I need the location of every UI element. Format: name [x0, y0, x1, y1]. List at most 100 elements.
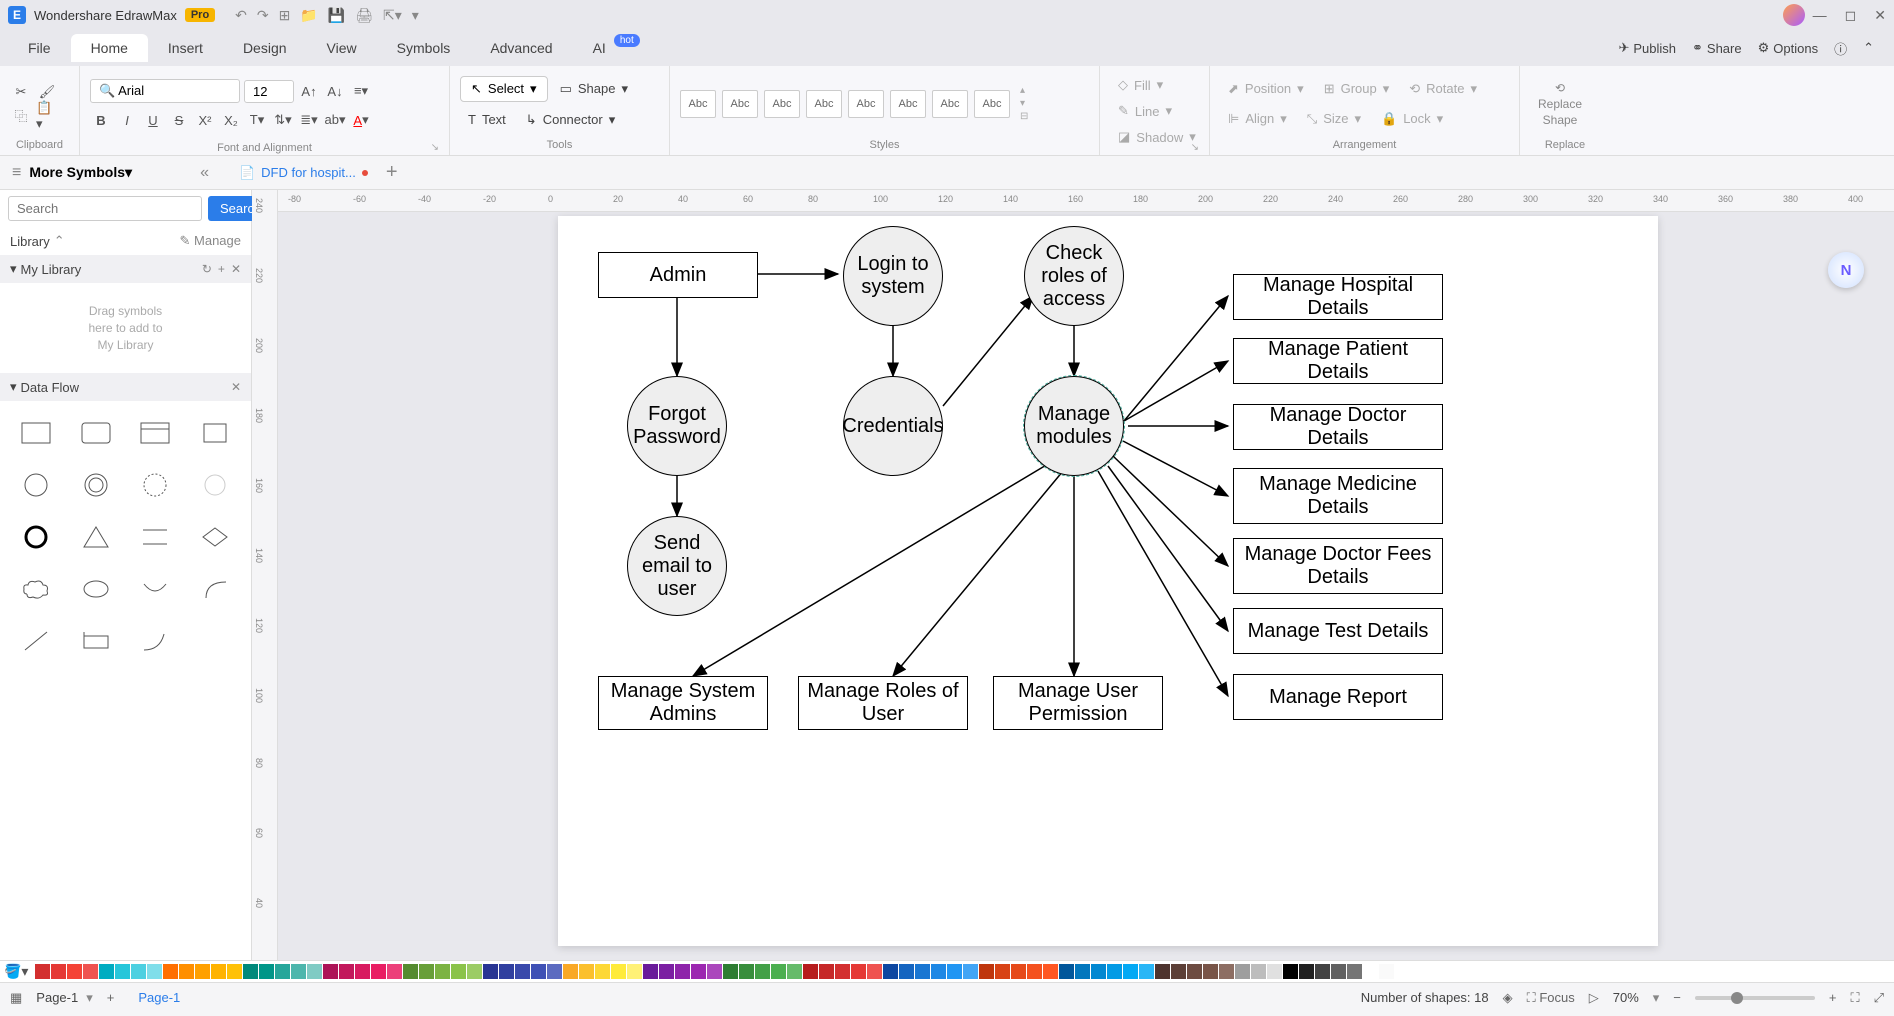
shape-thin-circle[interactable] — [191, 465, 239, 505]
color-swatch[interactable] — [659, 964, 674, 979]
color-swatch[interactable] — [1267, 964, 1282, 979]
node-manage-report[interactable]: Manage Report — [1233, 674, 1443, 720]
color-swatch[interactable] — [1011, 964, 1026, 979]
node-check-roles[interactable]: Check roles of access — [1024, 226, 1124, 326]
shape-bold-circle[interactable] — [12, 517, 60, 557]
select-tool-button[interactable]: ↖ Select▾ — [460, 76, 548, 102]
shape-ellipse[interactable] — [72, 569, 120, 609]
color-swatch[interactable] — [339, 964, 354, 979]
menu-file[interactable]: File — [8, 34, 71, 62]
canvas[interactable]: Admin Login to system Check roles of acc… — [278, 212, 1894, 960]
color-swatch[interactable] — [579, 964, 594, 979]
fit-page-icon[interactable]: ⛶ — [1850, 990, 1859, 1006]
color-swatch[interactable] — [1299, 964, 1314, 979]
page-selector[interactable]: Page-1 ▾ — [36, 990, 92, 1006]
color-swatch[interactable] — [1251, 964, 1266, 979]
color-swatch[interactable] — [755, 964, 770, 979]
color-swatch[interactable] — [1283, 964, 1298, 979]
color-swatch[interactable] — [675, 964, 690, 979]
presentation-icon[interactable]: ▷ — [1589, 990, 1599, 1006]
color-swatch[interactable] — [275, 964, 290, 979]
highlight-icon[interactable]: ab▾ — [324, 109, 346, 131]
color-swatch[interactable] — [515, 964, 530, 979]
align-button[interactable]: ⊫ Align▾ — [1220, 107, 1295, 131]
color-swatch[interactable] — [1379, 964, 1394, 979]
color-swatch[interactable] — [1315, 964, 1330, 979]
tabstrip-menu-icon[interactable]: ≡ — [12, 164, 21, 182]
color-swatch[interactable] — [931, 964, 946, 979]
color-swatch[interactable] — [243, 964, 258, 979]
color-swatch[interactable] — [1123, 964, 1138, 979]
style-preset[interactable]: Abc — [764, 90, 800, 118]
redo-icon[interactable]: ↷ — [257, 7, 269, 24]
shape-process-rounded[interactable] — [72, 413, 120, 453]
color-swatch[interactable] — [819, 964, 834, 979]
new-icon[interactable]: ⊞ — [279, 7, 291, 24]
styles-more-icon[interactable]: ⊟ — [1020, 111, 1028, 122]
ai-assistant-button[interactable]: N — [1828, 252, 1864, 288]
color-swatch[interactable] — [467, 964, 482, 979]
shape-tool-button[interactable]: ▭ Shape▾ — [552, 77, 636, 101]
fill-dialog-launcher-icon[interactable]: ↘ — [1191, 142, 1199, 153]
color-swatch[interactable] — [739, 964, 754, 979]
color-swatch[interactable] — [979, 964, 994, 979]
shape-line[interactable] — [12, 621, 60, 661]
color-swatch[interactable] — [483, 964, 498, 979]
color-swatch[interactable] — [147, 964, 162, 979]
document-tab[interactable]: 📄 DFD for hospit... — [229, 161, 378, 185]
color-swatch[interactable] — [35, 964, 50, 979]
node-manage-doctor-details[interactable]: Manage Doctor Details — [1233, 404, 1443, 450]
close-icon[interactable]: ✕ — [1874, 7, 1886, 24]
my-library-header[interactable]: ▾My Library ↻ + ✕ — [0, 255, 251, 283]
node-admin[interactable]: Admin — [598, 252, 758, 298]
color-swatch[interactable] — [1235, 964, 1250, 979]
node-login[interactable]: Login to system — [843, 226, 943, 326]
color-swatch[interactable] — [1171, 964, 1186, 979]
font-color-icon[interactable]: A▾ — [350, 109, 372, 131]
increase-font-icon[interactable]: A↑ — [298, 80, 320, 102]
color-swatch[interactable] — [435, 964, 450, 979]
shape-arc-right[interactable] — [191, 569, 239, 609]
shape-cloud[interactable] — [12, 569, 60, 609]
color-swatch[interactable] — [995, 964, 1010, 979]
color-swatch[interactable] — [1091, 964, 1106, 979]
color-swatch[interactable] — [835, 964, 850, 979]
style-preset[interactable]: Abc — [722, 90, 758, 118]
color-swatch[interactable] — [899, 964, 914, 979]
zoom-out-button[interactable]: − — [1673, 990, 1681, 1005]
decrease-font-icon[interactable]: A↓ — [324, 80, 346, 102]
share-button[interactable]: ⚭Share — [1692, 40, 1742, 56]
menu-symbols[interactable]: Symbols — [377, 34, 471, 62]
minimize-icon[interactable]: — — [1813, 7, 1827, 24]
help-button[interactable]: ⓘ — [1834, 39, 1847, 58]
subscript-icon[interactable]: X₂ — [220, 109, 242, 131]
shape-process[interactable] — [12, 413, 60, 453]
lock-button[interactable]: 🔒 Lock▾ — [1373, 107, 1451, 131]
connector-tool-button[interactable]: ↳ Connector▾ — [518, 108, 623, 132]
collapse-ribbon-button[interactable]: ⌃ — [1863, 40, 1874, 56]
line-button[interactable]: ✎ Line▾ — [1110, 99, 1204, 123]
color-swatch[interactable] — [499, 964, 514, 979]
color-swatch[interactable] — [323, 964, 338, 979]
print-icon[interactable]: 🖨 — [355, 7, 373, 24]
color-swatch[interactable] — [707, 964, 722, 979]
color-swatch[interactable] — [131, 964, 146, 979]
color-swatch[interactable] — [563, 964, 578, 979]
fill-button[interactable]: ◇ Fill▾ — [1110, 73, 1204, 97]
export-icon[interactable]: ⇱▾ — [383, 7, 402, 24]
add-tab-button[interactable]: + — [378, 161, 406, 184]
group-button[interactable]: ⊞ Group▾ — [1316, 77, 1398, 101]
color-swatch[interactable] — [1043, 964, 1058, 979]
shape-double-circle[interactable] — [72, 465, 120, 505]
style-preset[interactable]: Abc — [974, 90, 1010, 118]
focus-mode-button[interactable]: ⛶ Focus — [1527, 990, 1575, 1006]
font-dialog-launcher-icon[interactable]: ↘ — [431, 142, 439, 153]
bucket-icon[interactable]: 🪣▾ — [4, 963, 28, 980]
menu-design[interactable]: Design — [223, 34, 307, 62]
color-swatch[interactable] — [1107, 964, 1122, 979]
color-swatch[interactable] — [355, 964, 370, 979]
color-swatch[interactable] — [915, 964, 930, 979]
manage-button[interactable]: ✎ Manage — [180, 233, 242, 249]
undo-icon[interactable]: ↶ — [235, 7, 247, 24]
rotate-button[interactable]: ⟲ Rotate▾ — [1401, 77, 1485, 101]
